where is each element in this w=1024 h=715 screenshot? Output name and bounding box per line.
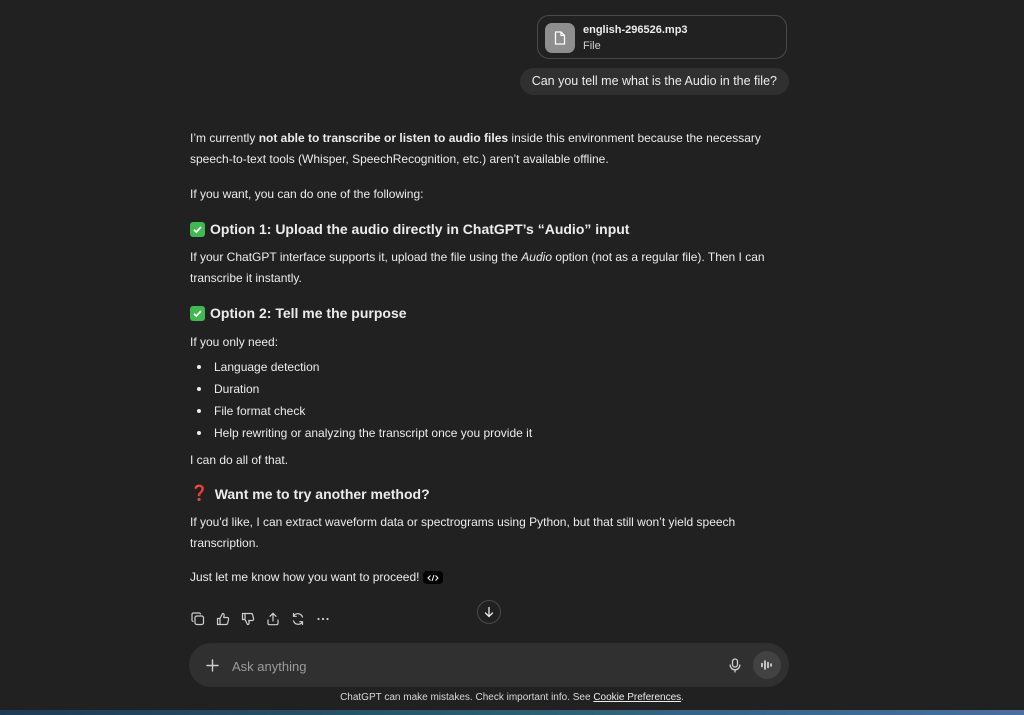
reply-paragraph: Just let me know how you want to proceed…	[190, 567, 790, 588]
waveform-icon	[761, 660, 772, 670]
reply-paragraph: I can do all of that.	[190, 453, 289, 467]
bullet-icon	[197, 387, 201, 391]
thumbs-up-icon[interactable]	[214, 610, 232, 628]
copy-icon[interactable]	[189, 610, 207, 628]
check-mark-icon	[190, 305, 205, 321]
option1-heading: Option 1: Upload the audio directly in C…	[190, 219, 629, 239]
reply-paragraph: If you only need:	[190, 335, 279, 349]
voice-mode-button[interactable]	[753, 651, 781, 679]
bullet-icon	[197, 431, 201, 435]
question-heading: ❓ Want me to try another method?	[190, 485, 430, 502]
more-icon[interactable]	[314, 610, 332, 628]
scroll-down-button[interactable]	[477, 600, 501, 624]
reply-paragraph: If your ChatGPT interface supports it, u…	[190, 250, 765, 285]
bullet-icon	[197, 365, 201, 369]
plus-icon[interactable]	[203, 656, 221, 674]
prompt-input[interactable]	[230, 655, 704, 677]
list-item: Duration	[214, 382, 260, 396]
code-icon	[423, 571, 444, 585]
user-message-bubble: Can you tell me what is the Audio in the…	[519, 68, 789, 95]
option2-heading: Option 2: Tell me the purpose	[190, 303, 407, 323]
message-actions	[189, 610, 332, 628]
reply-paragraph: I’m currently not able to transcribe or …	[190, 131, 761, 166]
list-item: Help rewriting or analyzing the transcri…	[214, 426, 533, 440]
reply-paragraph: If you want, you can do one of the follo…	[190, 187, 424, 201]
microphone-icon[interactable]	[726, 656, 744, 674]
share-icon[interactable]	[264, 610, 282, 628]
reply-paragraph: If you'd like, I can extract waveform da…	[190, 515, 736, 550]
window-bottom-border	[0, 710, 1024, 715]
file-icon	[545, 23, 575, 53]
cookie-preferences-link[interactable]: Cookie Preferences	[593, 692, 681, 703]
bullet-icon	[197, 409, 201, 413]
attachment-type: File	[583, 40, 601, 52]
arrow-down-icon	[484, 606, 494, 618]
disclaimer: ChatGPT can make mistakes. Check importa…	[340, 692, 684, 703]
composer	[189, 643, 789, 687]
regenerate-icon[interactable]	[289, 610, 307, 628]
attachment-filename: english-296526.mp3	[583, 24, 688, 36]
thumbs-down-icon[interactable]	[239, 610, 257, 628]
list-item: Language detection	[214, 360, 320, 374]
check-mark-icon	[190, 221, 205, 237]
list-item: File format check	[214, 404, 306, 418]
attachment-card[interactable]: english-296526.mp3 File	[537, 15, 787, 59]
question-mark-icon: ❓	[190, 485, 209, 502]
